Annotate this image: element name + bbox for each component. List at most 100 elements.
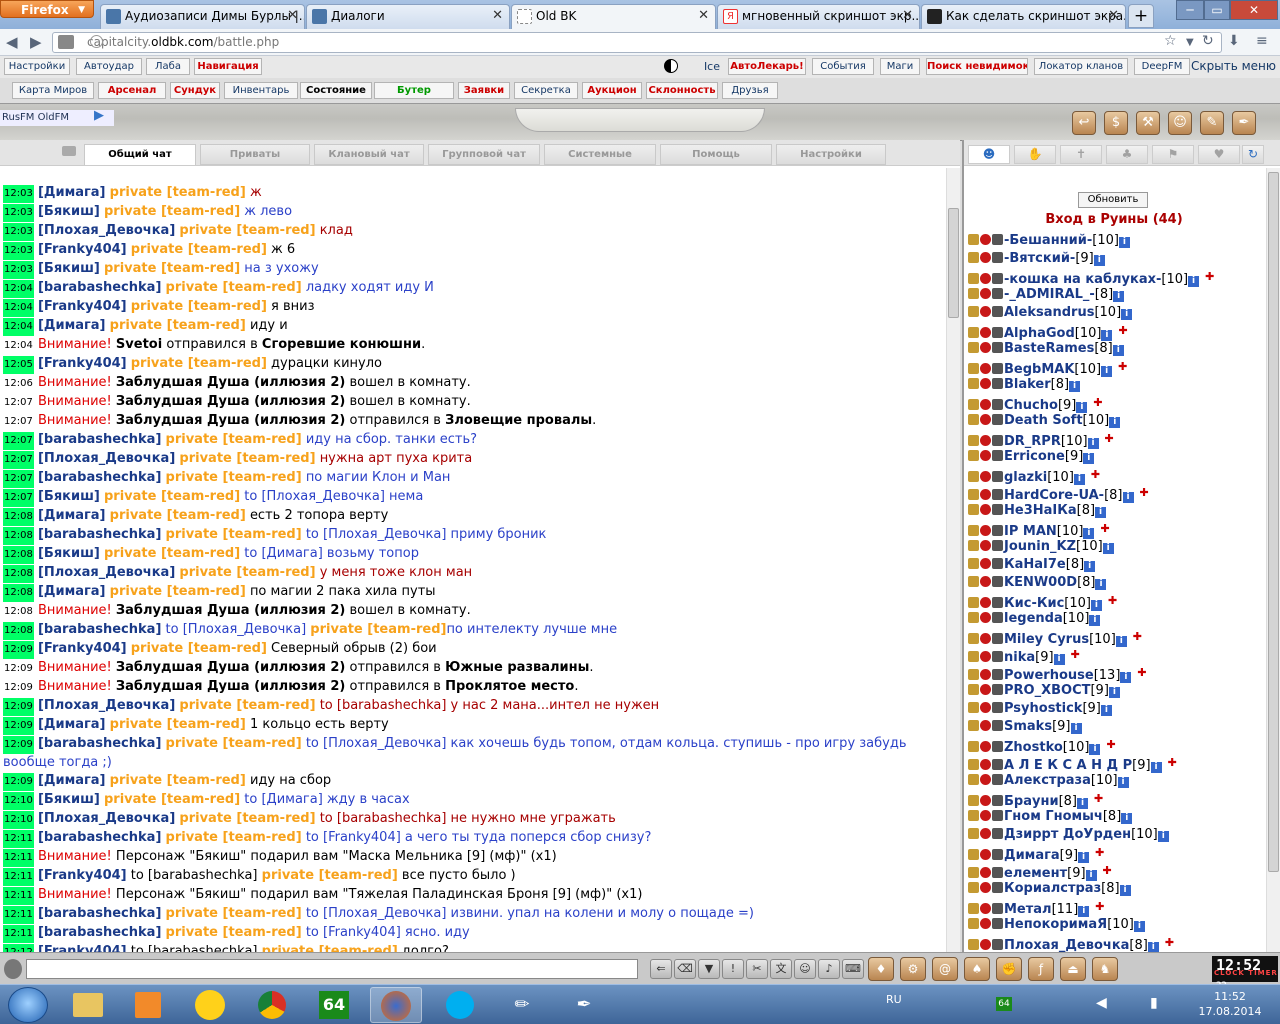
private-tag[interactable]: private [team-red] xyxy=(131,242,267,257)
message-time[interactable]: 12:05 xyxy=(3,356,34,374)
sender-nick[interactable]: [Бякиш] xyxy=(38,204,100,219)
volume-icon[interactable]: ◀ xyxy=(1096,995,1107,1011)
menu-mages[interactable]: Маги xyxy=(880,58,920,75)
battle-icon[interactable] xyxy=(968,720,979,731)
player-name[interactable]: glazki xyxy=(1004,470,1047,485)
clan-icon[interactable] xyxy=(992,363,1003,374)
menu-navigation[interactable]: Навигация xyxy=(194,58,262,75)
group-icon[interactable]: ♣ xyxy=(1106,145,1148,164)
sender-nick[interactable]: [barabashechka] xyxy=(38,432,161,447)
dropdown-icon[interactable]: ▼ xyxy=(1186,37,1194,48)
battle-icon[interactable] xyxy=(968,774,979,785)
private-tag[interactable]: private [team-red] xyxy=(179,223,315,238)
menu-arsenal[interactable]: Арсенал xyxy=(98,82,166,99)
clan-icon[interactable] xyxy=(992,558,1003,569)
menu-secret[interactable]: Секретка xyxy=(514,82,578,99)
message-time[interactable]: 12:03 xyxy=(3,204,34,222)
battle-icon[interactable] xyxy=(968,342,979,353)
hide-menu-link[interactable]: Скрыть меню xyxy=(1191,59,1276,73)
sender-nick[interactable]: [Franky404] xyxy=(38,242,127,257)
private-tag[interactable]: private [team-red] xyxy=(131,356,267,371)
player-name[interactable]: BegbMAK xyxy=(1004,362,1074,377)
character-icon[interactable]: ☺ xyxy=(1168,111,1192,135)
refresh-button[interactable]: Обновить xyxy=(1078,192,1148,208)
player-name[interactable]: AlphaGod xyxy=(1004,326,1075,341)
brush-icon[interactable]: ✒ xyxy=(558,987,610,1023)
info-icon[interactable]: i xyxy=(1121,813,1133,824)
sender-nick[interactable]: [Бякиш] xyxy=(38,546,100,561)
clan-icon[interactable] xyxy=(992,597,1003,608)
sound-icon[interactable]: ♪ xyxy=(818,959,840,979)
player-name[interactable]: -Вятский- xyxy=(1004,251,1075,266)
private-tag[interactable]: private [team-red] xyxy=(179,451,315,466)
flag-icon[interactable]: ⚑ xyxy=(1152,145,1194,164)
sender-nick[interactable]: [barabashechka] xyxy=(38,925,161,940)
battle-icon[interactable] xyxy=(968,741,979,752)
sender-nick[interactable]: [Плохая_Девочка] xyxy=(38,698,175,713)
battle-icon[interactable] xyxy=(968,702,979,713)
info-icon[interactable]: i xyxy=(1095,507,1107,518)
minimize-button[interactable]: ─ xyxy=(1176,0,1204,20)
battle-icon[interactable] xyxy=(968,306,979,317)
player-name[interactable]: KENW00D xyxy=(1004,575,1077,590)
beast-icon[interactable]: ♞ xyxy=(1092,957,1118,981)
clan-icon[interactable] xyxy=(992,435,1003,446)
message-time[interactable]: 12:09 xyxy=(3,717,34,735)
clan-icon[interactable] xyxy=(992,327,1003,338)
recipient-tag[interactable]: to [Плохая_Девочка] xyxy=(166,622,307,637)
message-time[interactable]: 12:07 xyxy=(3,451,34,469)
clan-icon[interactable] xyxy=(992,306,1003,317)
player-name[interactable]: Алекстраза xyxy=(1004,773,1091,788)
clan-icon[interactable] xyxy=(992,702,1003,713)
menu-autohealer[interactable]: АвтоЛекарь! xyxy=(728,58,806,75)
sender-nick[interactable]: [barabashechka] xyxy=(38,736,161,751)
clan-icon[interactable] xyxy=(992,939,1003,950)
battle-icon[interactable] xyxy=(968,759,979,770)
ice-link[interactable]: Ice xyxy=(680,59,720,74)
message-time[interactable]: 12:07 xyxy=(3,470,34,488)
message-time[interactable]: 12:09 xyxy=(3,641,34,659)
player-name[interactable]: Дзиррт ДоУрден xyxy=(1004,827,1131,842)
recipient-tag[interactable]: to [barabashechka] xyxy=(131,944,258,952)
sender-nick[interactable]: [Димага] xyxy=(38,717,106,732)
smile-icon[interactable]: ☺ xyxy=(794,959,816,979)
tab-screenshot[interactable]: Как сделать скриншот экра... ✕ xyxy=(921,4,1126,29)
message-time[interactable]: 12:09 xyxy=(3,698,34,716)
cross-icon[interactable]: ✝ xyxy=(1060,145,1102,164)
message-time[interactable]: 12:10 xyxy=(3,792,34,810)
gear-icon[interactable]: ⚙ xyxy=(900,957,926,981)
clan-icon[interactable] xyxy=(992,684,1003,695)
sender-nick[interactable]: [Димага] xyxy=(38,773,106,788)
clan-icon[interactable] xyxy=(992,504,1003,515)
info-icon[interactable]: i xyxy=(1093,255,1105,266)
menu-autohit[interactable]: Автоудар xyxy=(76,58,142,75)
private-tag[interactable]: private [team-red] xyxy=(166,432,302,447)
message-time[interactable]: 12:03 xyxy=(3,261,34,279)
sender-nick[interactable]: [Димага] xyxy=(38,508,106,523)
private-tag[interactable]: private [team-red] xyxy=(131,299,267,314)
skype-icon[interactable] xyxy=(434,987,486,1023)
clan-icon[interactable] xyxy=(992,252,1003,263)
tab-general-chat[interactable]: Общий чат xyxy=(84,144,196,165)
battle-icon[interactable] xyxy=(968,828,979,839)
clan-icon[interactable] xyxy=(992,450,1003,461)
hand-icon[interactable]: ✊ xyxy=(996,957,1022,981)
private-tag[interactable]: private [team-red] xyxy=(104,489,240,504)
message-time[interactable]: 12:08 xyxy=(3,546,34,564)
info-icon[interactable]: i xyxy=(1133,921,1145,932)
tab-help[interactable]: Помощь xyxy=(660,144,772,165)
private-tag[interactable]: private [team-red] xyxy=(104,792,240,807)
clan-icon[interactable] xyxy=(992,378,1003,389)
battle-icon[interactable] xyxy=(968,939,979,950)
private-tag[interactable]: private [team-red] xyxy=(110,584,246,599)
message-time[interactable]: 12:08 xyxy=(3,565,34,583)
private-tag[interactable]: private [team-red] xyxy=(131,641,267,656)
info-icon[interactable]: i xyxy=(1089,615,1101,626)
clan-icon[interactable] xyxy=(992,342,1003,353)
message-time[interactable]: 12:03 xyxy=(3,223,34,241)
maximize-button[interactable]: ▭ xyxy=(1204,0,1230,20)
start-button[interactable] xyxy=(8,987,48,1023)
message-time[interactable]: 12:12 xyxy=(3,944,34,952)
tab-chat-settings[interactable]: Настройки xyxy=(776,144,886,165)
message-time[interactable]: 12:09 xyxy=(3,660,34,678)
